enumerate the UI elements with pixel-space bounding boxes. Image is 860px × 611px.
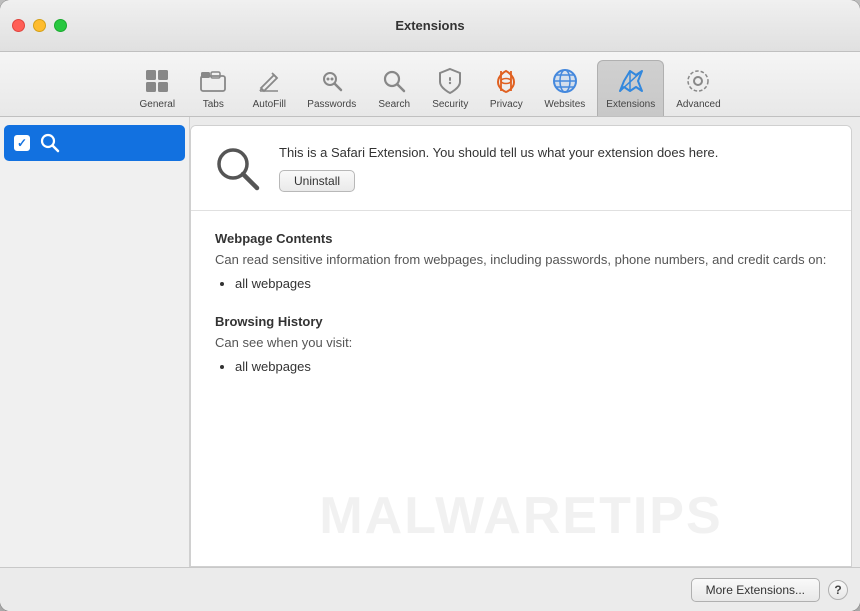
- browsing-history-section: Browsing History Can see when you visit:…: [215, 314, 827, 377]
- privacy-label: Privacy: [490, 99, 523, 110]
- browsing-list-item-0: all webpages: [235, 357, 827, 378]
- general-icon: [141, 65, 173, 97]
- toolbar-item-advanced[interactable]: Advanced: [668, 61, 728, 116]
- content-panel: This is a Safari Extension. You should t…: [190, 125, 852, 567]
- sidebar-item-search-ext[interactable]: ✓: [4, 125, 185, 161]
- advanced-icon: [682, 65, 714, 97]
- extension-icon-large: [211, 142, 263, 194]
- tabs-icon: [197, 65, 229, 97]
- maximize-button[interactable]: [54, 19, 67, 32]
- extension-description: This is a Safari Extension. You should t…: [279, 144, 831, 162]
- extensions-label: Extensions: [606, 99, 655, 110]
- window: Extensions General T: [0, 0, 860, 611]
- toolbar-item-privacy[interactable]: Privacy: [480, 61, 532, 116]
- extension-info: This is a Safari Extension. You should t…: [279, 144, 831, 192]
- security-label: Security: [432, 99, 468, 110]
- webpage-contents-section: Webpage Contents Can read sensitive info…: [215, 231, 827, 294]
- autofill-icon: [253, 65, 285, 97]
- security-icon: [434, 65, 466, 97]
- toolbar-item-extensions[interactable]: Extensions: [597, 60, 664, 116]
- search-label: Search: [378, 99, 410, 110]
- help-button[interactable]: ?: [828, 580, 848, 600]
- websites-icon: [549, 65, 581, 97]
- autofill-label: AutoFill: [253, 99, 286, 110]
- passwords-label: Passwords: [307, 99, 356, 110]
- watermark: MALWARETIPS: [319, 486, 722, 546]
- toolbar-item-passwords[interactable]: Passwords: [299, 61, 364, 116]
- toolbar-item-tabs[interactable]: Tabs: [187, 61, 239, 116]
- toolbar-item-autofill[interactable]: AutoFill: [243, 61, 295, 116]
- titlebar-buttons: [12, 19, 67, 32]
- privacy-icon: [490, 65, 522, 97]
- close-button[interactable]: [12, 19, 25, 32]
- footer: More Extensions... ?: [0, 567, 860, 611]
- checkmark-icon: ✓: [17, 137, 27, 149]
- tabs-label: Tabs: [203, 99, 224, 110]
- toolbar-item-general[interactable]: General: [131, 61, 183, 116]
- webpage-list-item-0: all webpages: [235, 274, 827, 295]
- main-area: ✓: [0, 117, 860, 567]
- more-extensions-button[interactable]: More Extensions...: [691, 578, 820, 602]
- toolbar-item-websites[interactable]: Websites: [536, 61, 593, 116]
- titlebar: Extensions: [0, 0, 860, 52]
- advanced-label: Advanced: [676, 99, 720, 110]
- passwords-icon: [316, 65, 348, 97]
- toolbar-item-security[interactable]: Security: [424, 61, 476, 116]
- extension-details: MALWARETIPS Webpage Contents Can read se…: [191, 211, 851, 566]
- browsing-history-title: Browsing History: [215, 314, 827, 329]
- general-label: General: [140, 99, 176, 110]
- websites-label: Websites: [544, 99, 585, 110]
- window-title: Extensions: [395, 18, 464, 33]
- webpage-contents-title: Webpage Contents: [215, 231, 827, 246]
- webpage-contents-description: Can read sensitive information from webp…: [215, 250, 827, 270]
- toolbar: General Tabs AutoFill: [0, 52, 860, 117]
- browsing-history-description: Can see when you visit:: [215, 333, 827, 353]
- toolbar-item-search[interactable]: Search: [368, 61, 420, 116]
- minimize-button[interactable]: [33, 19, 46, 32]
- search-icon: [378, 65, 410, 97]
- extension-header: This is a Safari Extension. You should t…: [191, 126, 851, 211]
- extensions-icon: [615, 65, 647, 97]
- ext-search-icon: [38, 131, 62, 155]
- sidebar: ✓: [0, 117, 190, 567]
- uninstall-button[interactable]: Uninstall: [279, 170, 355, 192]
- extension-checkbox[interactable]: ✓: [14, 135, 30, 151]
- browsing-history-list: all webpages: [235, 357, 827, 378]
- webpage-contents-list: all webpages: [235, 274, 827, 295]
